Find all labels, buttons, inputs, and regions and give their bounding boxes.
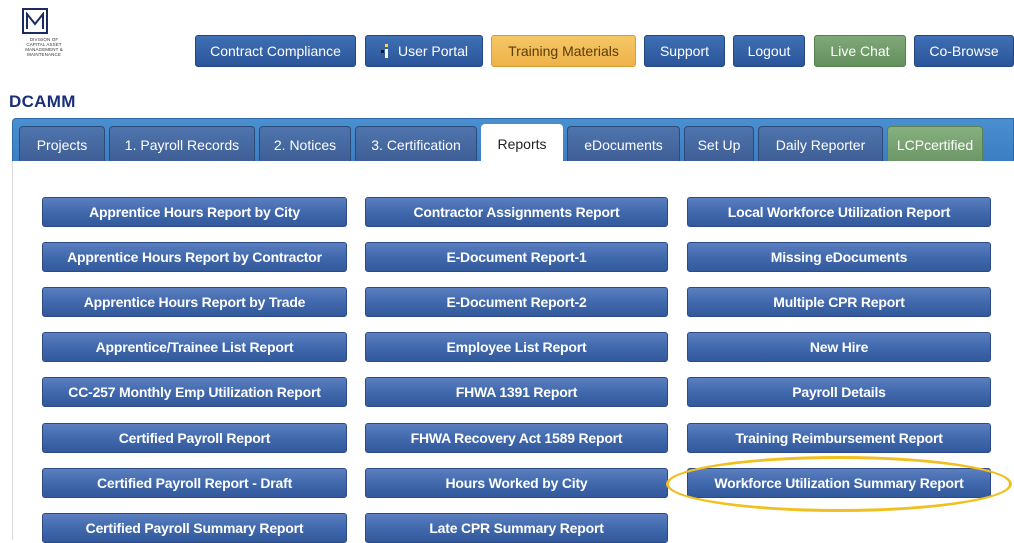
certified-payroll-draft-button[interactable]: Certified Payroll Report - Draft: [42, 468, 347, 498]
certified-payroll-summary-button[interactable]: Certified Payroll Summary Report: [42, 513, 347, 543]
missing-edocuments-button[interactable]: Missing eDocuments: [687, 242, 991, 272]
employee-list-button[interactable]: Employee List Report: [365, 332, 668, 362]
apprentice-hours-by-city-button[interactable]: Apprentice Hours Report by City: [42, 197, 347, 227]
tab-payroll-records[interactable]: 1. Payroll Records: [109, 126, 255, 162]
fhwa-recovery-1589-button[interactable]: FHWA Recovery Act 1589 Report: [365, 423, 668, 453]
info-icon: [380, 44, 392, 58]
tab-edocuments[interactable]: eDocuments: [567, 126, 680, 162]
live-chat-button[interactable]: Live Chat: [814, 35, 906, 67]
main-tab-bar: Projects 1. Payroll Records 2. Notices 3…: [12, 118, 1014, 163]
apprentice-trainee-list-button[interactable]: Apprentice/Trainee List Report: [42, 332, 347, 362]
logout-button[interactable]: Logout: [733, 35, 805, 67]
user-portal-button[interactable]: User Portal: [365, 35, 483, 67]
logo-title: DCAMM: [9, 92, 76, 111]
certified-payroll-button[interactable]: Certified Payroll Report: [42, 423, 347, 453]
tab-daily-reporter[interactable]: Daily Reporter: [758, 126, 883, 162]
apprentice-hours-by-trade-button[interactable]: Apprentice Hours Report by Trade: [42, 287, 347, 317]
edocument-report-2-button[interactable]: E-Document Report-2: [365, 287, 668, 317]
late-cpr-summary-button[interactable]: Late CPR Summary Report: [365, 513, 668, 543]
cc257-utilization-button[interactable]: CC-257 Monthly Emp Utilization Report: [42, 377, 347, 407]
dcamm-logo: DIVISION OF CAPITAL ASSET MANAGEMENT & M…: [8, 8, 80, 57]
tab-projects[interactable]: Projects: [19, 126, 105, 162]
edocument-report-1-button[interactable]: E-Document Report-1: [365, 242, 668, 272]
payroll-details-button[interactable]: Payroll Details: [687, 377, 991, 407]
new-hire-button[interactable]: New Hire: [687, 332, 991, 362]
contractor-assignments-button[interactable]: Contractor Assignments Report: [365, 197, 668, 227]
tab-set-up[interactable]: Set Up: [684, 126, 754, 162]
training-reimbursement-button[interactable]: Training Reimbursement Report: [687, 423, 991, 453]
contract-compliance-button[interactable]: Contract Compliance: [195, 35, 356, 67]
hours-worked-by-city-button[interactable]: Hours Worked by City: [365, 468, 668, 498]
workforce-utilization-summary-button[interactable]: Workforce Utilization Summary Report: [687, 468, 991, 498]
fhwa-1391-button[interactable]: FHWA 1391 Report: [365, 377, 668, 407]
apprentice-hours-by-contractor-button[interactable]: Apprentice Hours Report by Contractor: [42, 242, 347, 272]
co-browse-button[interactable]: Co-Browse: [914, 35, 1014, 67]
tab-lcpcertified[interactable]: LCPcertified: [887, 126, 983, 162]
support-button[interactable]: Support: [644, 35, 725, 67]
training-materials-button[interactable]: Training Materials: [491, 35, 636, 67]
multiple-cpr-button[interactable]: Multiple CPR Report: [687, 287, 991, 317]
tab-certification[interactable]: 3. Certification: [355, 126, 477, 162]
logo-mark-icon: [22, 8, 48, 34]
local-workforce-utilization-button[interactable]: Local Workforce Utilization Report: [687, 197, 991, 227]
tab-notices[interactable]: 2. Notices: [259, 126, 351, 162]
logo-subtitle: DIVISION OF CAPITAL ASSET MANAGEMENT & M…: [25, 37, 63, 57]
tab-reports[interactable]: Reports: [481, 124, 563, 163]
